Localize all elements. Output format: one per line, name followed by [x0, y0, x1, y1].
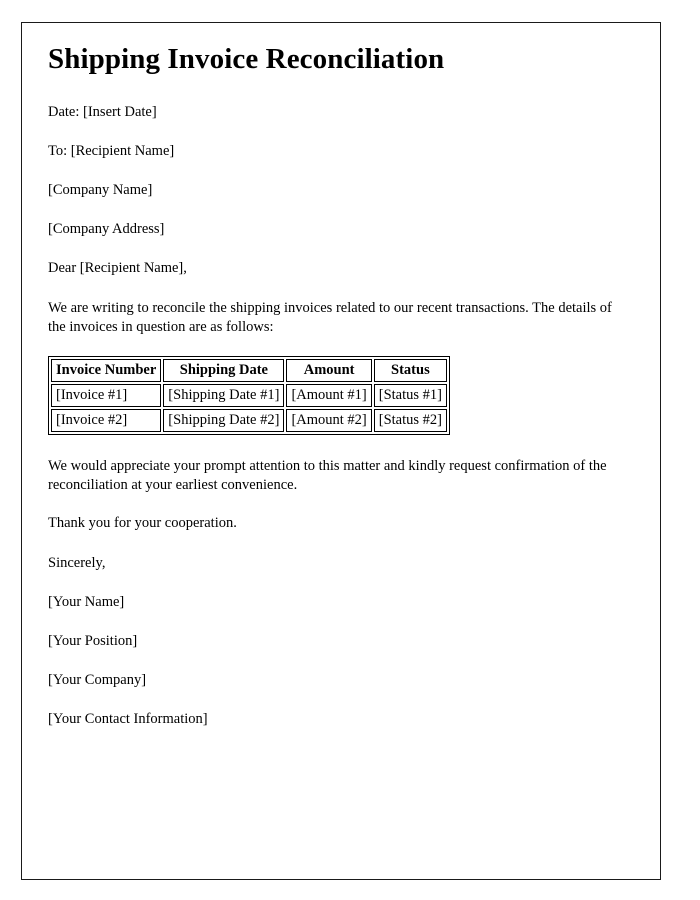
date-line: Date: [Insert Date] [48, 103, 157, 120]
cell-status: [Status #1] [373, 383, 447, 408]
cell-shipping-date: [Shipping Date #2] [163, 409, 285, 433]
intro-paragraph: We are writing to reconcile the shipping… [48, 299, 612, 335]
sign-off-line: Sincerely, [48, 554, 106, 571]
cell-amount: [Amount #1] [286, 383, 372, 408]
column-header-invoice-number: Invoice Number [51, 358, 162, 382]
document-page: Shipping Invoice Reconciliation Date: [I… [0, 0, 700, 900]
table-row: [Invoice #1] [Shipping Date #1] [Amount … [51, 383, 447, 408]
invoice-table-head: Invoice Number Shipping Date Amount Stat… [51, 358, 447, 382]
cell-amount: [Amount #2] [286, 409, 372, 433]
company-address-line: [Company Address] [48, 221, 165, 238]
invoice-table: Invoice Number Shipping Date Amount Stat… [48, 355, 450, 436]
cell-invoice-number: [Invoice #2] [51, 409, 162, 433]
cell-invoice-number: [Invoice #1] [51, 383, 162, 408]
thanks-line: Thank you for your cooperation. [48, 515, 237, 532]
cell-shipping-date: [Shipping Date #1] [163, 383, 285, 408]
company-name-line: [Company Name] [48, 182, 153, 199]
salutation-line: Dear [Recipient Name], [48, 260, 187, 277]
cell-status: [Status #2] [373, 409, 447, 433]
closing-paragraph: We would appreciate your prompt attentio… [48, 458, 607, 494]
column-header-shipping-date: Shipping Date [163, 358, 285, 382]
signature-your-position: [Your Position] [48, 632, 138, 649]
signature-your-name: [Your Name] [48, 593, 125, 610]
invoice-table-body: [Invoice #1] [Shipping Date #1] [Amount … [51, 383, 447, 433]
recipient-line: To: [Recipient Name] [48, 143, 175, 160]
document-body: Shipping Invoice Reconciliation Date: [I… [48, 43, 626, 729]
table-header-row: Invoice Number Shipping Date Amount Stat… [51, 358, 447, 382]
column-header-amount: Amount [286, 358, 372, 382]
table-row: [Invoice #2] [Shipping Date #2] [Amount … [51, 409, 447, 433]
page-title: Shipping Invoice Reconciliation [48, 43, 445, 75]
signature-your-company: [Your Company] [48, 671, 147, 688]
signature-your-contact-information: [Your Contact Information] [48, 711, 208, 728]
column-header-status: Status [373, 358, 447, 382]
